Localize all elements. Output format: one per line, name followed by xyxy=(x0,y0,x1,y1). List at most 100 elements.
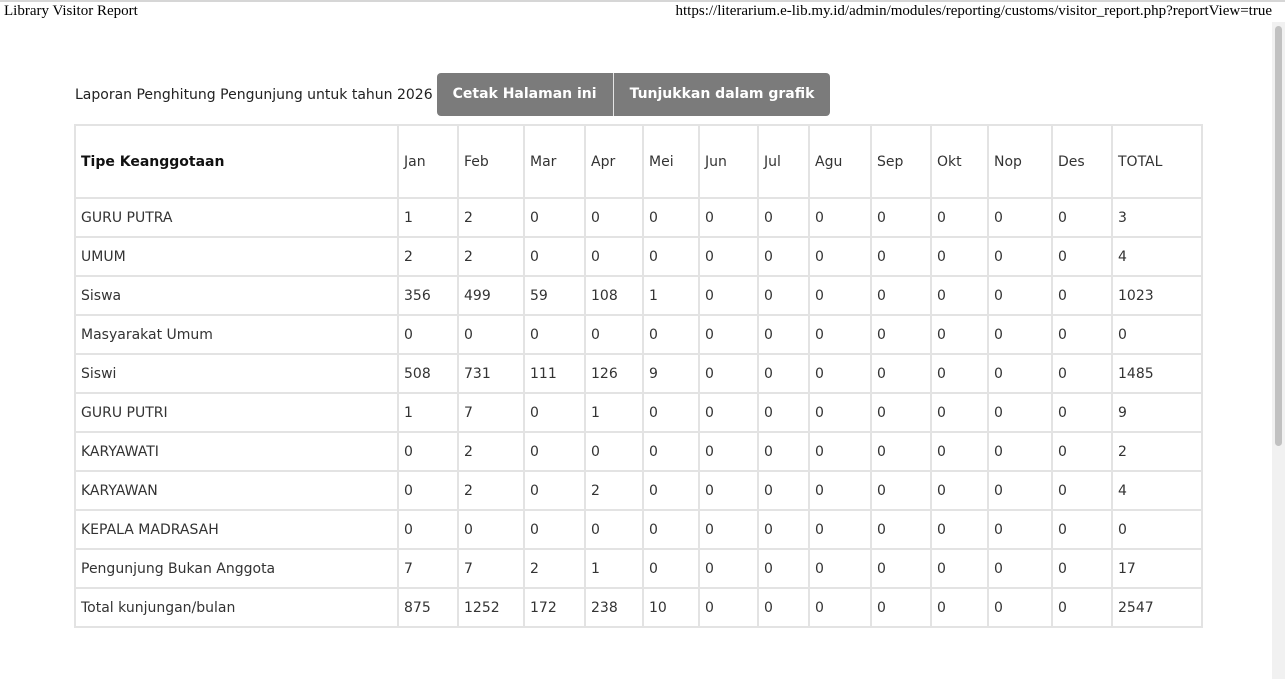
table-cell: 0 xyxy=(808,353,872,394)
row-label-cell: Siswi xyxy=(74,353,399,394)
table-cell: 0 xyxy=(987,392,1053,433)
table-cell: 1485 xyxy=(1111,353,1203,394)
table-row: KARYAWATI 0 2 0 0 0 0 0 0 0 0 0 0 2 xyxy=(74,431,1203,472)
table-cell: 0 xyxy=(457,509,525,550)
table-cell: 0 xyxy=(1051,314,1113,355)
table-cell: 2 xyxy=(584,470,644,511)
scrollbar-thumb[interactable] xyxy=(1275,26,1282,446)
row-label-cell: KEPALA MADRASAH xyxy=(74,509,399,550)
table-cell: 508 xyxy=(397,353,459,394)
table-cell: 0 xyxy=(757,197,810,238)
table-cell: 0 xyxy=(642,197,700,238)
table-cell: 0 xyxy=(523,236,586,277)
table-cell: 7 xyxy=(397,548,459,589)
table-cell: 2 xyxy=(457,197,525,238)
table-cell: 0 xyxy=(808,392,872,433)
table-cell: 2 xyxy=(457,431,525,472)
report-caption: Laporan Penghitung Pengunjung untuk tahu… xyxy=(75,86,433,103)
table-cell: 0 xyxy=(870,197,932,238)
row-label-cell: Total kunjungan/bulan xyxy=(74,587,399,628)
table-cell: 0 xyxy=(757,392,810,433)
table-cell: 17 xyxy=(1111,548,1203,589)
report-header: Laporan Penghitung Pengunjung untuk tahu… xyxy=(75,73,831,116)
table-cell: 1 xyxy=(397,197,459,238)
table-cell: 4 xyxy=(1111,470,1203,511)
table-cell: 3 xyxy=(1111,197,1203,238)
column-header: Jul xyxy=(757,124,810,199)
table-row: GURU PUTRI 1 7 0 1 0 0 0 0 0 0 0 0 9 xyxy=(74,392,1203,433)
table-cell: 0 xyxy=(987,353,1053,394)
column-header: Nop xyxy=(987,124,1053,199)
table-cell: 1 xyxy=(584,548,644,589)
table-cell: 0 xyxy=(1051,548,1113,589)
table-row: GURU PUTRA 1 2 0 0 0 0 0 0 0 0 0 0 3 xyxy=(74,197,1203,238)
table-cell: 2 xyxy=(1111,431,1203,472)
table-cell: 0 xyxy=(808,431,872,472)
table-row: Pengunjung Bukan Anggota 7 7 2 1 0 0 0 0 0 0 0 0 17 xyxy=(74,548,1203,589)
table-cell: 0 xyxy=(930,314,989,355)
table-cell: 356 xyxy=(397,275,459,316)
column-header: Sep xyxy=(870,124,932,199)
table-cell: 0 xyxy=(698,275,759,316)
table-cell: 0 xyxy=(523,392,586,433)
table-cell: 0 xyxy=(1051,431,1113,472)
table-cell: 2 xyxy=(523,548,586,589)
print-header: Library Visitor Report https://literariu… xyxy=(0,2,1285,22)
table-cell: 0 xyxy=(930,431,989,472)
row-label-cell: Siswa xyxy=(74,275,399,316)
table-cell: 0 xyxy=(757,587,810,628)
table-cell: 0 xyxy=(584,197,644,238)
table-cell: 0 xyxy=(930,197,989,238)
column-header: Agu xyxy=(808,124,872,199)
table-cell: 0 xyxy=(397,431,459,472)
table-cell: 0 xyxy=(870,392,932,433)
table-cell: 0 xyxy=(1051,236,1113,277)
table-cell: 0 xyxy=(698,587,759,628)
table-cell: 0 xyxy=(523,509,586,550)
print-header-url: https://literarium.e-lib.my.id/admin/mod… xyxy=(675,3,1272,19)
column-header-membership-type: Tipe Keanggotaan xyxy=(74,124,399,199)
table-cell: 4 xyxy=(1111,236,1203,277)
table-cell: 1 xyxy=(584,392,644,433)
column-header: Okt xyxy=(930,124,989,199)
table-cell: 0 xyxy=(930,236,989,277)
table-cell: 0 xyxy=(870,548,932,589)
table-cell: 0 xyxy=(642,548,700,589)
print-header-title: Library Visitor Report xyxy=(4,3,138,19)
table-cell: 0 xyxy=(397,509,459,550)
table-cell: 0 xyxy=(698,353,759,394)
table-cell: 1 xyxy=(397,392,459,433)
column-header: Mar xyxy=(523,124,586,199)
table-cell: 0 xyxy=(698,548,759,589)
table-cell: 0 xyxy=(870,236,932,277)
vertical-scrollbar[interactable] xyxy=(1272,22,1285,679)
table-cell: 0 xyxy=(698,470,759,511)
column-header: Jun xyxy=(698,124,759,199)
show-chart-button[interactable]: Tunjukkan dalam grafik xyxy=(613,73,831,116)
table-cell: 0 xyxy=(642,392,700,433)
table-cell: 0 xyxy=(642,236,700,277)
table-cell: 1252 xyxy=(457,587,525,628)
table-cell: 0 xyxy=(930,470,989,511)
table-cell: 0 xyxy=(757,236,810,277)
row-label-cell: Pengunjung Bukan Anggota xyxy=(74,548,399,589)
table-cell: 0 xyxy=(808,470,872,511)
table-cell: 1 xyxy=(642,275,700,316)
table-cell: 0 xyxy=(1051,197,1113,238)
table-cell: 108 xyxy=(584,275,644,316)
table-row: Siswa 356 499 59 108 1 0 0 0 0 0 0 0 1023 xyxy=(74,275,1203,316)
table-cell: 9 xyxy=(1111,392,1203,433)
table-row: KARYAWAN 0 2 0 2 0 0 0 0 0 0 0 0 4 xyxy=(74,470,1203,511)
table-cell: 0 xyxy=(1111,509,1203,550)
table-cell: 0 xyxy=(584,314,644,355)
table-cell: 111 xyxy=(523,353,586,394)
print-page-button[interactable]: Cetak Halaman ini xyxy=(436,73,614,116)
table-cell: 875 xyxy=(397,587,459,628)
table-cell: 2547 xyxy=(1111,587,1203,628)
table-cell: 0 xyxy=(642,314,700,355)
table-cell: 0 xyxy=(584,509,644,550)
table-cell: 0 xyxy=(808,548,872,589)
table-cell: 126 xyxy=(584,353,644,394)
table-cell: 0 xyxy=(870,509,932,550)
column-header: Jan xyxy=(397,124,459,199)
